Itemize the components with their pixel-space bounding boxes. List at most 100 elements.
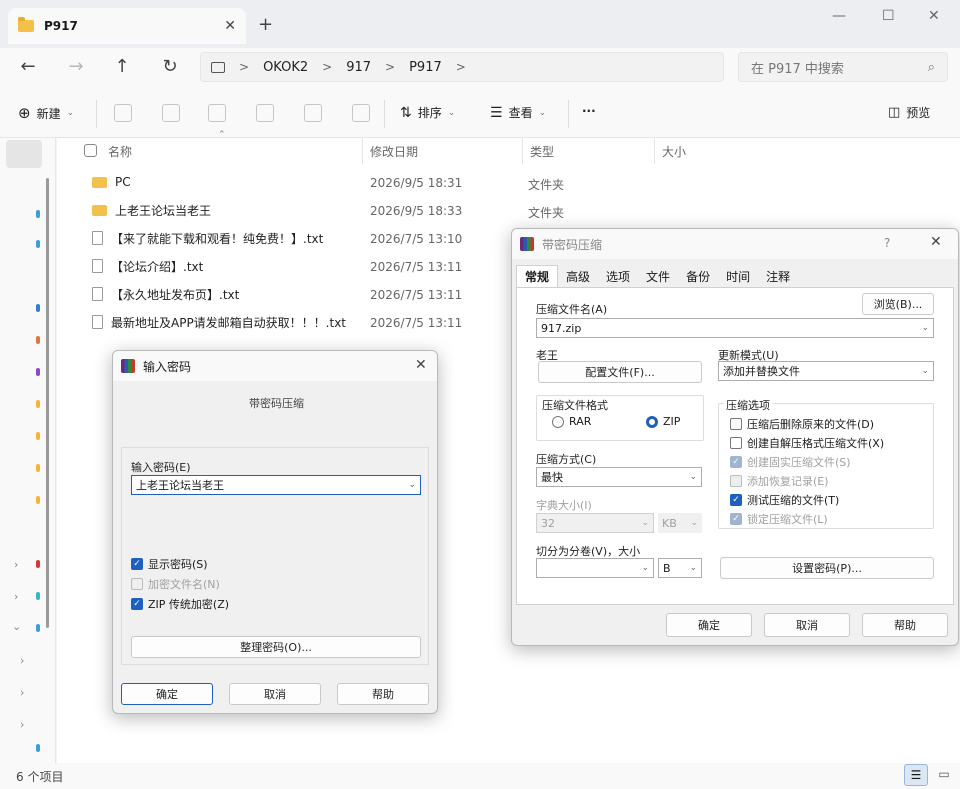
ok-button[interactable]: 确定 <box>121 683 213 705</box>
split-size-field[interactable]: ⌄ <box>536 558 654 578</box>
profiles-button[interactable]: 配置文件(F)... <box>538 361 702 383</box>
option-delete-after[interactable]: 压缩后删除原来的文件(D) <box>730 416 874 432</box>
password-input[interactable]: 上老王论坛当老王 ⌄ <box>131 475 421 495</box>
delete-icon[interactable] <box>352 104 370 122</box>
zip-legacy-checkbox[interactable]: ✓ ZIP 传统加密(Z) <box>131 596 229 612</box>
preview-button[interactable]: ◫ 预览 <box>888 104 930 121</box>
nav-item-icon[interactable] <box>36 304 40 312</box>
chevron-down-icon[interactable]: ⌄ <box>12 620 21 633</box>
paste-icon[interactable] <box>208 104 226 122</box>
more-button[interactable]: ··· <box>582 104 596 118</box>
method-select[interactable]: 最快 ⌄ <box>536 467 702 487</box>
close-tab-icon[interactable]: ✕ <box>224 18 236 34</box>
format-rar-radio[interactable]: RAR <box>552 415 591 428</box>
cut-icon[interactable] <box>114 104 132 122</box>
rename-icon[interactable] <box>256 104 274 122</box>
column-name[interactable]: 名称 <box>108 143 132 160</box>
option-solid[interactable]: ✓ 创建固实压缩文件(S) <box>730 454 851 470</box>
column-size[interactable]: 大小 <box>662 143 686 160</box>
back-button[interactable]: ← <box>14 56 42 77</box>
help-button[interactable]: 帮助 <box>337 683 429 705</box>
copy-icon[interactable] <box>162 104 180 122</box>
breadcrumb-okok2[interactable]: OKOK2 <box>263 60 308 75</box>
nav-scrollbar[interactable] <box>46 178 49 628</box>
ok-button[interactable]: 确定 <box>666 613 752 637</box>
show-password-checkbox[interactable]: ✓ 显示密码(S) <box>131 556 208 572</box>
tiles-view-icon[interactable]: ▭ <box>934 764 954 786</box>
tab-general[interactable]: 常规 <box>516 265 559 287</box>
column-divider[interactable] <box>362 138 363 164</box>
column-divider[interactable] <box>654 138 655 164</box>
nav-item-icon[interactable] <box>36 560 40 568</box>
tab-options[interactable]: 选项 <box>598 265 638 287</box>
address-bar[interactable]: > OKOK2 > 917 > P917 > <box>200 52 724 82</box>
view-button[interactable]: ☰ 查看 ⌄ <box>490 104 546 121</box>
nav-item-icon[interactable] <box>36 432 40 440</box>
tab-p917[interactable]: P917 ✕ <box>8 8 246 44</box>
nav-item-icon[interactable] <box>36 368 40 376</box>
tab-files[interactable]: 文件 <box>638 265 678 287</box>
set-password-button[interactable]: 设置密码(P)... <box>720 557 934 579</box>
close-window-button[interactable]: ✕ <box>928 8 940 24</box>
nav-item-icon[interactable] <box>36 744 40 752</box>
nav-item-selected[interactable] <box>6 140 42 168</box>
dictionary-unit[interactable]: KB ⌄ <box>658 513 702 533</box>
nav-item-icon[interactable] <box>36 210 40 218</box>
tab-time[interactable]: 时间 <box>718 265 758 287</box>
details-view-icon[interactable]: ☰ <box>904 764 928 786</box>
maximize-button[interactable]: ☐ <box>882 8 895 24</box>
sort-button[interactable]: ⇅ 排序 ⌄ <box>400 104 455 121</box>
nav-item-icon[interactable] <box>36 336 40 344</box>
chevron-right-icon[interactable]: › <box>20 718 24 731</box>
dictionary-value: 32 <box>541 516 555 530</box>
chevron-down-icon[interactable]: ⌄ <box>921 323 929 333</box>
breadcrumb-p917[interactable]: P917 <box>409 60 442 75</box>
nav-item-icon[interactable] <box>36 496 40 504</box>
chevron-right-icon[interactable]: › <box>14 590 18 603</box>
split-unit-select[interactable]: B ⌄ <box>658 558 702 578</box>
nav-item-icon[interactable] <box>36 240 40 248</box>
cancel-button[interactable]: 取消 <box>229 683 321 705</box>
archive-name-value: 917.zip <box>541 321 582 335</box>
help-icon[interactable]: ? <box>884 236 890 250</box>
nav-item-icon[interactable] <box>36 592 40 600</box>
new-tab-button[interactable]: + <box>258 14 273 35</box>
option-sfx[interactable]: 创建自解压格式压缩文件(X) <box>730 435 884 451</box>
close-icon[interactable]: ✕ <box>415 357 427 373</box>
breadcrumb-917[interactable]: 917 <box>346 60 371 75</box>
nav-item-icon[interactable] <box>36 624 40 632</box>
chevron-right-icon[interactable]: › <box>20 654 24 667</box>
chevron-down-icon[interactable]: ⌄ <box>408 480 416 490</box>
close-icon[interactable]: ✕ <box>930 234 942 250</box>
column-divider[interactable] <box>522 138 523 164</box>
new-button[interactable]: ⊕ 新建 ⌄ <box>18 104 74 122</box>
refresh-button[interactable]: ↻ <box>156 56 184 77</box>
encrypt-names-checkbox[interactable]: 加密文件名(N) <box>131 576 220 592</box>
format-zip-radio[interactable]: ZIP <box>646 415 680 428</box>
option-recovery[interactable]: 添加恢复记录(E) <box>730 473 829 489</box>
chevron-right-icon[interactable]: › <box>14 558 18 571</box>
nav-item-icon[interactable] <box>36 400 40 408</box>
up-button[interactable]: ↑ <box>108 56 136 77</box>
column-modified[interactable]: 修改日期 <box>370 143 418 160</box>
dictionary-select[interactable]: 32 ⌄ <box>536 513 654 533</box>
search-input[interactable]: 在 P917 中搜索 ⌕ <box>738 52 948 82</box>
select-all-checkbox[interactable] <box>84 144 97 157</box>
column-type[interactable]: 类型 <box>530 143 554 160</box>
option-test[interactable]: ✓ 测试压缩的文件(T) <box>730 492 839 508</box>
option-lock[interactable]: ✓ 锁定压缩文件(L) <box>730 511 828 527</box>
minimize-button[interactable]: — <box>832 8 846 24</box>
cancel-button[interactable]: 取消 <box>764 613 850 637</box>
share-icon[interactable] <box>304 104 322 122</box>
update-mode-select[interactable]: 添加并替换文件 ⌄ <box>718 361 934 381</box>
forward-button[interactable]: → <box>62 56 90 77</box>
organize-passwords-button[interactable]: 整理密码(O)... <box>131 636 421 658</box>
chevron-right-icon[interactable]: › <box>20 686 24 699</box>
tab-comment[interactable]: 注释 <box>758 265 798 287</box>
browse-button[interactable]: 浏览(B)... <box>862 293 934 315</box>
help-button[interactable]: 帮助 <box>862 613 948 637</box>
nav-item-icon[interactable] <box>36 464 40 472</box>
archive-name-field[interactable]: 917.zip ⌄ <box>536 318 934 338</box>
tab-backup[interactable]: 备份 <box>678 265 718 287</box>
tab-advanced[interactable]: 高级 <box>558 265 598 287</box>
